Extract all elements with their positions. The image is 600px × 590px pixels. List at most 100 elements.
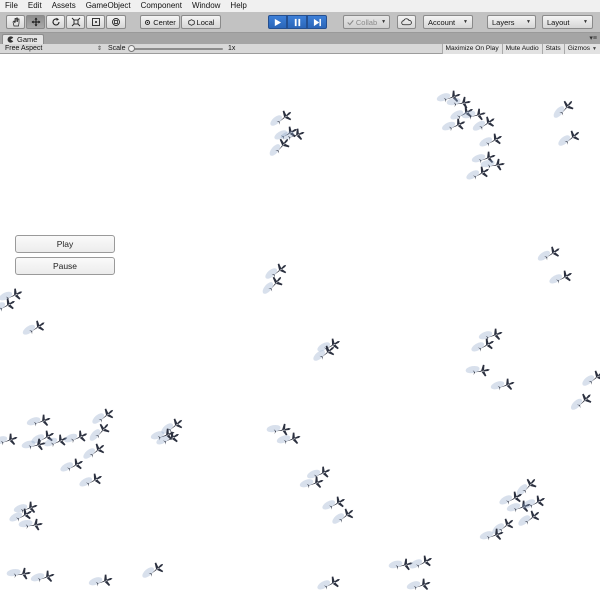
- game-viewport[interactable]: Play Pause: [0, 55, 600, 590]
- aspect-dropdown[interactable]: Free Aspect ⇕: [5, 44, 104, 54]
- play-button[interactable]: [268, 15, 287, 29]
- scale-slider-track[interactable]: [131, 48, 223, 50]
- account-dropdown[interactable]: Account ▼: [423, 15, 473, 29]
- maximize-on-play-toggle[interactable]: Maximize On Play: [441, 44, 502, 54]
- gizmos-dropdown[interactable]: Gizmos ▼: [563, 44, 600, 54]
- bird-sprite: [549, 270, 572, 284]
- bird-sprite: [558, 130, 580, 146]
- tab-game[interactable]: Game: [2, 34, 45, 44]
- chevron-down-icon: ▼: [463, 19, 468, 25]
- menu-gameobject[interactable]: GameObject: [81, 0, 136, 12]
- chevron-down-icon: ▼: [526, 19, 531, 25]
- bird-sprite: [522, 495, 545, 509]
- bird-sprite: [64, 430, 88, 444]
- bird-sprite: [270, 110, 292, 126]
- bird-sprite: [446, 96, 471, 109]
- local-space-icon: [187, 18, 195, 26]
- game-view-options: Maximize On Play Mute Audio Stats Gizmos…: [441, 44, 600, 54]
- bird-flock-scene: [0, 90, 600, 590]
- bird-sprite: [436, 90, 461, 103]
- hand-icon: [12, 17, 19, 27]
- bird-sprite: [89, 423, 110, 441]
- chevron-down-icon: ▼: [583, 19, 588, 25]
- menu-assets[interactable]: Assets: [47, 0, 81, 12]
- scale-value: 1x: [228, 45, 236, 52]
- chevron-down-icon: ▼: [592, 46, 597, 52]
- bird-sprite: [406, 578, 431, 590]
- bird-sprite: [492, 518, 514, 534]
- chevron-down-icon: ▼: [381, 19, 387, 25]
- bird-sprite: [262, 276, 283, 294]
- game-tab-bar: Game ▾≡: [0, 33, 600, 44]
- bird-sprite: [276, 432, 301, 445]
- mute-audio-toggle[interactable]: Mute Audio: [501, 44, 542, 54]
- bird-sprite: [79, 473, 102, 487]
- scale-label: Scale: [108, 45, 126, 52]
- bird-sprite: [537, 246, 560, 261]
- tab-game-label: Game: [17, 35, 38, 44]
- bird-sprite: [332, 508, 354, 524]
- gizmos-label: Gizmos: [567, 45, 591, 52]
- bird-sprite: [518, 510, 540, 526]
- bird-sprite: [30, 570, 55, 583]
- layout-label: Layout: [547, 17, 570, 27]
- bird-sprite: [18, 518, 43, 531]
- pivot-label: Center: [153, 17, 176, 27]
- space-local-toggle[interactable]: Local: [181, 15, 221, 29]
- bird-sprite: [570, 393, 592, 410]
- transform-icon: [112, 18, 120, 26]
- pause-button[interactable]: [287, 15, 307, 29]
- bird-sprite: [465, 364, 490, 377]
- collab-label: Collab: [355, 17, 378, 27]
- move-tool-button[interactable]: [26, 15, 45, 29]
- bird-sprite: [553, 100, 574, 118]
- pivot-center-toggle[interactable]: Center: [140, 15, 180, 29]
- rotate-icon: [52, 17, 60, 26]
- scale-icon: [71, 17, 80, 27]
- transform-tool-button[interactable]: [106, 15, 126, 29]
- main-toolbar: Center Local Collab ▼ Account ▼ Layers ▼…: [0, 12, 600, 33]
- bird-sprite: [472, 116, 495, 131]
- move-arrows-icon: [31, 17, 40, 27]
- step-button[interactable]: [307, 15, 327, 29]
- pause-icon: [294, 18, 300, 26]
- play-icon: [274, 18, 282, 26]
- bird-sprite: [83, 443, 105, 459]
- bird-sprite: [6, 567, 31, 580]
- bird-sprite: [516, 478, 537, 496]
- rect-transform-icon: [91, 18, 100, 26]
- bird-sprite: [490, 378, 515, 391]
- menu-help[interactable]: Help: [225, 0, 251, 12]
- scale-tool-button[interactable]: [66, 15, 85, 29]
- menu-edit[interactable]: Edit: [23, 0, 47, 12]
- layers-label: Layers: [492, 17, 515, 27]
- bird-sprite: [92, 408, 114, 424]
- play-ui-button[interactable]: Play: [15, 235, 115, 253]
- bird-sprite: [26, 414, 51, 427]
- bird-sprite: [317, 576, 340, 590]
- checkmark-icon: [347, 19, 354, 25]
- menu-component[interactable]: Component: [136, 0, 187, 12]
- menu-bar: File Edit Assets GameObject Component Wi…: [0, 0, 600, 12]
- stats-toggle[interactable]: Stats: [541, 44, 564, 54]
- bird-sprite: [479, 133, 502, 147]
- menu-file[interactable]: File: [0, 0, 23, 12]
- updown-icon: ⇕: [96, 46, 102, 52]
- bird-sprite: [582, 370, 600, 386]
- rect-tool-button[interactable]: [86, 15, 105, 29]
- hand-tool-button[interactable]: [6, 15, 25, 29]
- aspect-label: Free Aspect: [5, 45, 43, 52]
- layers-dropdown[interactable]: Layers ▼: [487, 15, 536, 29]
- tab-menu-icon[interactable]: ▾≡: [589, 34, 597, 42]
- menu-window[interactable]: Window: [187, 0, 225, 12]
- scale-slider-handle[interactable]: [128, 45, 135, 52]
- bird-sprite: [22, 320, 45, 335]
- rotate-tool-button[interactable]: [46, 15, 65, 29]
- collab-button[interactable]: Collab ▼: [343, 15, 390, 29]
- layout-dropdown[interactable]: Layout ▼: [542, 15, 593, 29]
- pause-ui-button[interactable]: Pause: [15, 257, 115, 275]
- cloud-icon: [401, 18, 412, 26]
- cloud-button[interactable]: [397, 15, 416, 29]
- bird-sprite: [142, 562, 164, 578]
- pacman-icon: [7, 36, 14, 43]
